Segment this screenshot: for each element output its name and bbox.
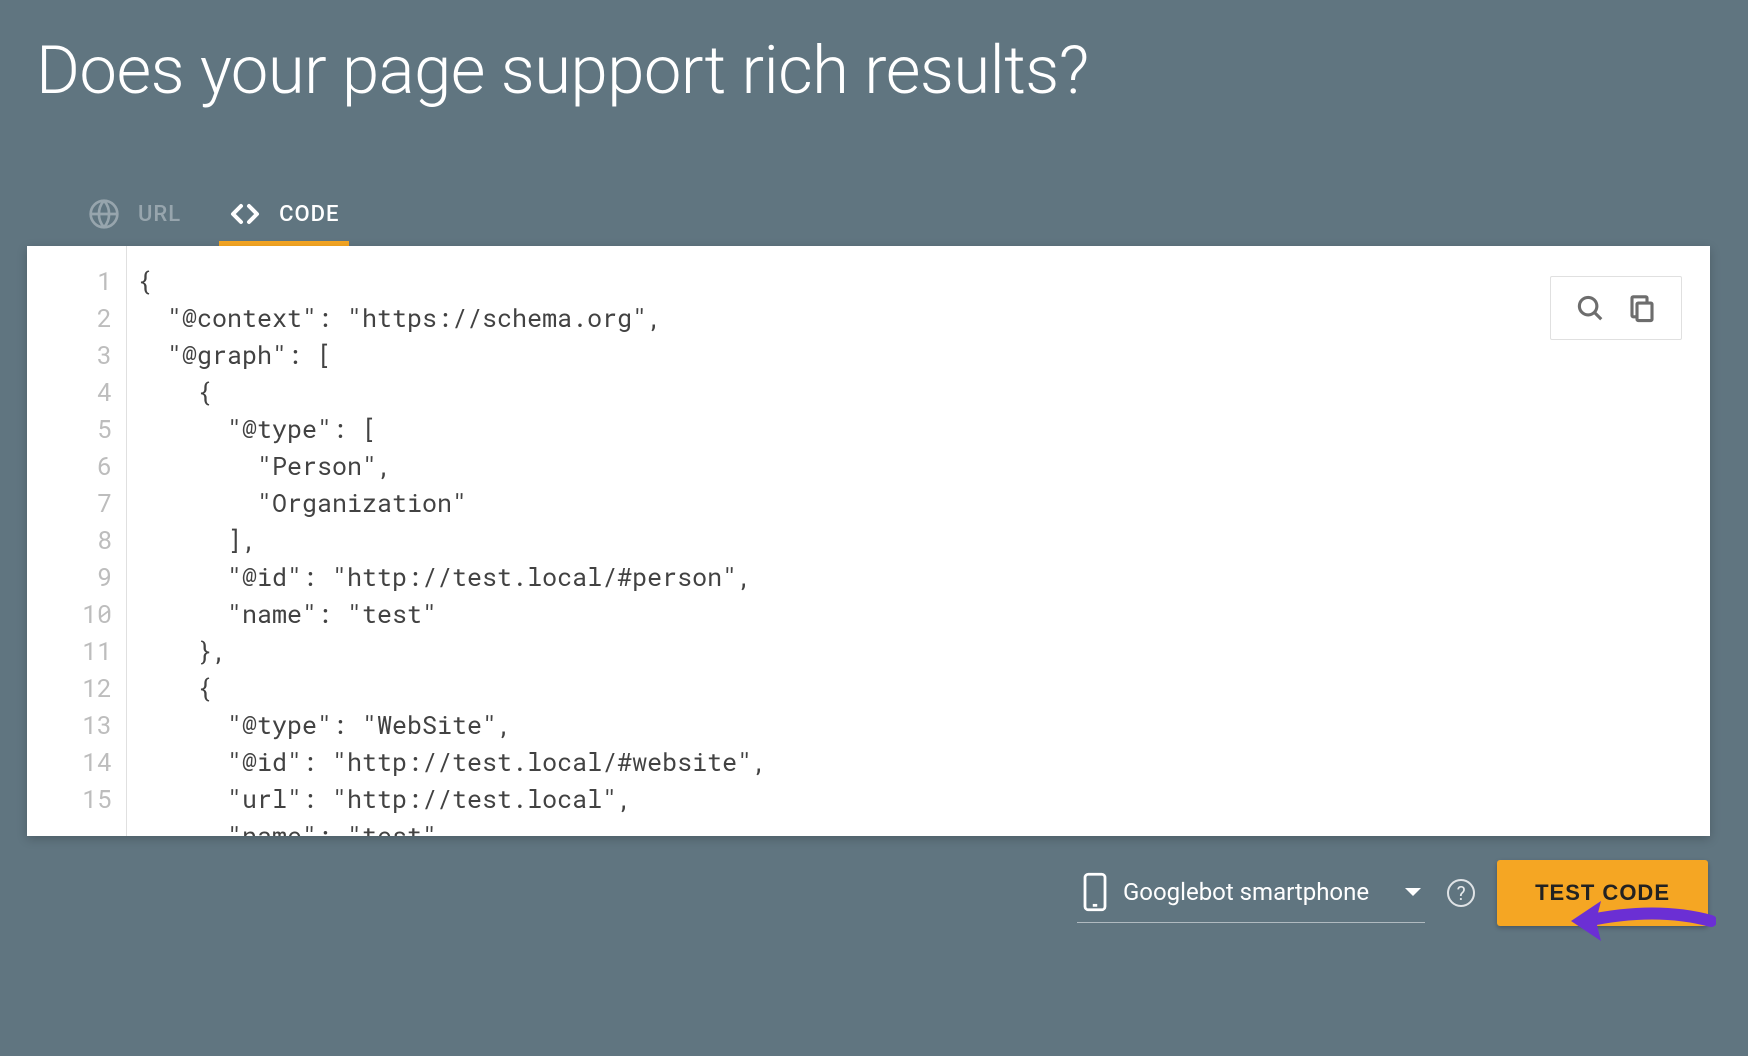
tab-url-label: URL: [138, 202, 181, 227]
search-icon[interactable]: [1575, 293, 1605, 323]
line-number: 9: [27, 558, 112, 595]
line-number: 14: [27, 743, 112, 780]
tab-code[interactable]: CODE: [229, 198, 339, 244]
chevron-down-icon: [1405, 888, 1421, 896]
line-number: 5: [27, 410, 112, 447]
line-number: 15: [27, 780, 112, 817]
globe-icon: [88, 198, 120, 230]
page-title: Does your page support rich results?: [0, 0, 1748, 110]
line-number: 6: [27, 447, 112, 484]
code-brackets-icon: [229, 198, 261, 230]
code-toolbar: [1550, 276, 1682, 340]
line-number: 8: [27, 521, 112, 558]
line-number: 7: [27, 484, 112, 521]
line-number: 2: [27, 299, 112, 336]
tab-bar: URL CODE: [0, 110, 1748, 244]
code-textarea[interactable]: { "@context": "https://schema.org", "@gr…: [127, 246, 1710, 836]
code-editor-panel: 1 2 3 4 5 6 7 8 9 10 11 12 13 14 15 { "@…: [27, 246, 1710, 836]
bottom-bar: Googlebot smartphone ? TEST CODE: [0, 836, 1748, 926]
line-number: 10: [27, 595, 112, 632]
line-number: 1: [27, 262, 112, 299]
tab-url[interactable]: URL: [88, 198, 181, 244]
line-number-gutter: 1 2 3 4 5 6 7 8 9 10 11 12 13 14 15: [27, 246, 127, 836]
help-icon[interactable]: ?: [1447, 879, 1475, 907]
line-number: 4: [27, 373, 112, 410]
line-number: 13: [27, 706, 112, 743]
line-number: 11: [27, 632, 112, 669]
tab-code-label: CODE: [279, 202, 339, 227]
test-code-button[interactable]: TEST CODE: [1497, 860, 1708, 926]
crawler-selector[interactable]: Googlebot smartphone: [1077, 864, 1425, 923]
line-number: 12: [27, 669, 112, 706]
smartphone-icon: [1081, 872, 1109, 912]
copy-icon[interactable]: [1627, 293, 1657, 323]
crawler-selected-label: Googlebot smartphone: [1123, 878, 1369, 906]
line-number: 3: [27, 336, 112, 373]
